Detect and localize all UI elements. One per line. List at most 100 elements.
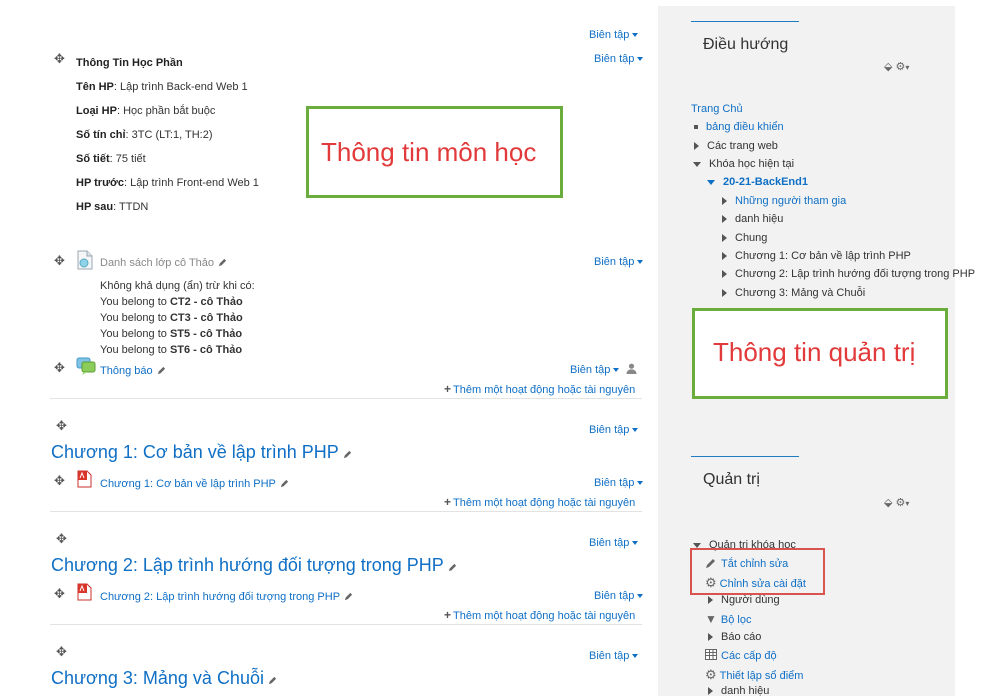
section-edit-menu[interactable]: Biên tập: [589, 650, 639, 662]
nav-participants[interactable]: Những người tham gia: [722, 195, 846, 207]
move-icon[interactable]: ✥: [56, 532, 67, 545]
gear-icon[interactable]: ⚙: [896, 497, 906, 509]
nav-general[interactable]: Chung: [722, 232, 767, 244]
pencil-icon[interactable]: [157, 366, 166, 375]
caret-down-icon: [632, 33, 639, 38]
nav-dashboard[interactable]: bảng điều khiển: [694, 121, 784, 133]
edit-label: Biên tập: [570, 364, 611, 376]
caret-down-icon: [637, 594, 644, 599]
move-icon[interactable]: ✥: [56, 419, 67, 432]
dock-icon[interactable]: ⬙: [884, 497, 892, 509]
activity-edit-menu[interactable]: Biên tập: [594, 53, 644, 65]
move-icon[interactable]: ✥: [54, 474, 65, 487]
page-resource-icon: [76, 250, 94, 273]
section-title[interactable]: Chương 1: Cơ bản về lập trình PHP: [51, 442, 352, 463]
pencil-icon[interactable]: [218, 258, 227, 267]
admin-gradebook-setup[interactable]: ⚙ Thiết lập sổ điểm: [705, 667, 803, 683]
resource-link[interactable]: Chương 2: Lập trình hướng đối tượng tron…: [100, 591, 353, 603]
move-icon[interactable]: ✥: [54, 52, 65, 65]
course-info-row: HP trước: Lập trình Front-end Web 1: [76, 177, 259, 189]
pencil-icon[interactable]: [268, 676, 277, 685]
chevron-down-icon[interactable]: ▾: [905, 63, 909, 72]
restriction-note: Không khả dụng (ẩn) trừ khi có:: [100, 280, 255, 292]
admin-users[interactable]: Người dùng: [708, 594, 780, 606]
pdf-icon: [77, 583, 92, 601]
edit-label: Biên tập: [589, 29, 630, 41]
nav-chapter-2[interactable]: Chương 2: Lập trình hướng đối tượng tron…: [722, 268, 975, 280]
admin-gradebook[interactable]: Các cấp độ: [705, 649, 777, 662]
collapse-icon: [693, 161, 701, 167]
plus-icon: +: [444, 608, 452, 622]
activity-edit-menu[interactable]: Biên tập: [594, 477, 644, 489]
class-list-link[interactable]: Danh sách lớp cô Thảo: [100, 257, 227, 269]
add-activity-link[interactable]: + Thêm một hoạt động hoặc tài nguyên: [444, 495, 635, 509]
section-edit-menu[interactable]: Biên tập: [589, 424, 639, 436]
pencil-icon[interactable]: [344, 592, 353, 601]
block-title-rule: [691, 21, 799, 22]
block-actions[interactable]: ⬙ ⚙▾: [884, 496, 909, 509]
admin-badges[interactable]: danh hiệu: [708, 685, 769, 696]
chevron-down-icon[interactable]: ▾: [905, 499, 909, 508]
caret-down-icon: [637, 260, 644, 265]
user-icon[interactable]: [626, 363, 637, 377]
expand-icon: [722, 215, 727, 224]
nav-site-pages[interactable]: Các trang web: [694, 140, 778, 152]
pdf-icon: [77, 470, 92, 488]
restriction-group: You belong to CT3 - cô Thảo: [100, 312, 243, 324]
move-icon[interactable]: ✥: [54, 254, 65, 267]
edit-label: Biên tập: [594, 590, 635, 602]
expand-icon: [722, 289, 727, 298]
dock-icon[interactable]: ⬙: [884, 61, 892, 73]
course-info-row: HP sau: TTDN: [76, 201, 149, 213]
announcements-link[interactable]: Thông báo: [100, 365, 166, 377]
activity-edit-menu[interactable]: Biên tập: [570, 364, 620, 376]
course-info-heading: Thông Tin Học Phần: [76, 57, 183, 69]
nav-current-courses[interactable]: Khóa học hiện tại: [693, 158, 794, 170]
activity-edit-menu[interactable]: Biên tập: [594, 590, 644, 602]
gear-icon: ⚙: [705, 667, 717, 682]
caret-down-icon: [613, 368, 620, 373]
edit-label: Biên tập: [589, 537, 630, 549]
plus-icon: +: [444, 495, 452, 509]
move-icon[interactable]: ✥: [54, 587, 65, 600]
admin-filters[interactable]: ▼ Bộ lọc: [705, 612, 751, 626]
expand-icon: [708, 596, 713, 605]
pencil-icon[interactable]: [280, 479, 289, 488]
section-title[interactable]: Chương 2: Lập trình hướng đối tượng tron…: [51, 555, 457, 576]
section-edit-menu[interactable]: Biên tập: [589, 29, 639, 41]
edit-label: Biên tập: [594, 256, 635, 268]
gear-icon[interactable]: ⚙: [896, 61, 906, 73]
expand-icon: [722, 234, 727, 243]
caret-down-icon: [637, 57, 644, 62]
pencil-icon[interactable]: [343, 450, 352, 459]
move-icon[interactable]: ✥: [56, 645, 67, 658]
restriction-group: You belong to ST5 - cô Thảo: [100, 328, 243, 340]
edit-label: Biên tập: [594, 477, 635, 489]
section-divider: [50, 511, 642, 512]
section-title[interactable]: Chương 3: Mảng và Chuỗi: [51, 668, 277, 689]
caret-down-icon: [632, 541, 639, 546]
nav-chapter-1[interactable]: Chương 1: Cơ bản về lập trình PHP: [722, 250, 911, 262]
activity-edit-menu[interactable]: Biên tập: [594, 256, 644, 268]
move-icon[interactable]: ✥: [54, 361, 65, 374]
add-activity-link[interactable]: + Thêm một hoạt động hoặc tài nguyên: [444, 608, 635, 622]
section-edit-menu[interactable]: Biên tập: [589, 537, 639, 549]
annotation-label: Thông tin quản trị: [713, 337, 916, 367]
course-info-row: Số tiết: 75 tiết: [76, 153, 146, 165]
restriction-group: You belong to ST6 - cô Thảo: [100, 344, 243, 356]
add-activity-link[interactable]: + Thêm một hoạt động hoặc tài nguyên: [444, 382, 635, 396]
course-info-row: Tên HP: Lập trình Back-end Web 1: [76, 81, 248, 93]
collapse-icon: [707, 179, 715, 185]
nav-chapter-3[interactable]: Chương 3: Mảng và Chuỗi: [722, 287, 865, 299]
nav-badges[interactable]: danh hiệu: [722, 213, 783, 225]
caret-down-icon: [637, 481, 644, 486]
resource-link[interactable]: Chương 1: Cơ bản về lập trình PHP: [100, 478, 289, 490]
section-divider: [50, 624, 642, 625]
nav-course[interactable]: 20-21-BackEnd1: [707, 176, 808, 188]
admin-reports[interactable]: Báo cáo: [708, 631, 761, 643]
block-actions[interactable]: ⬙ ⚙▾: [884, 60, 909, 73]
forum-icon: [76, 357, 96, 378]
nav-home[interactable]: Trang Chủ: [691, 103, 743, 115]
pencil-icon[interactable]: [448, 563, 457, 572]
expand-icon: [708, 633, 713, 642]
